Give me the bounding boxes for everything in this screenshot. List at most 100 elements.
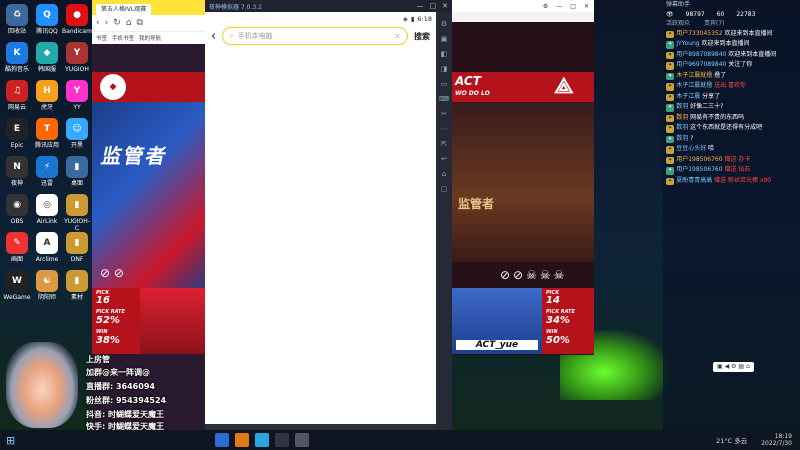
forward-icon[interactable]: › bbox=[105, 18, 109, 28]
chat-username[interactable]: 用户733045352 bbox=[676, 30, 724, 37]
desktop-icon-label: Epic bbox=[10, 142, 24, 149]
chat-username[interactable]: 数羽 bbox=[676, 114, 690, 121]
clock[interactable]: 18:19 2022/7/30 bbox=[761, 433, 792, 447]
desktop-icon[interactable]: A Arclime bbox=[32, 232, 62, 263]
emulator-tool-icon[interactable]: ✂ bbox=[441, 110, 447, 118]
emulator-tool-icon[interactable]: ⚙ bbox=[441, 20, 447, 28]
desktop-icon[interactable]: ◎ AirLink bbox=[32, 194, 62, 225]
chat-username[interactable]: 用户198506760 bbox=[676, 166, 724, 173]
minimize-icon[interactable]: — bbox=[556, 3, 562, 10]
android-statusbar: ◈ ▮ 6:18 bbox=[205, 12, 436, 26]
desktop-icon[interactable]: ☯ 阴阳师 bbox=[32, 270, 62, 301]
fan-badge-icon: ✦ bbox=[666, 104, 675, 112]
desktop-icon[interactable]: W WeGame bbox=[2, 270, 32, 301]
battery-icon: ▮ bbox=[410, 15, 415, 23]
close-icon[interactable]: ✕ bbox=[442, 2, 448, 10]
desktop-icon[interactable]: H 虎牙 bbox=[32, 80, 62, 111]
desktop-icon[interactable]: Y YUGIOH bbox=[62, 42, 92, 73]
desktop-icon[interactable]: ◆ 韩国服 bbox=[32, 42, 62, 73]
back-icon[interactable]: ‹ bbox=[96, 18, 100, 28]
chat-username[interactable]: 数羽 bbox=[676, 124, 690, 131]
weather-label[interactable]: 21°C 多云 bbox=[716, 435, 747, 445]
team-label: ACT bbox=[455, 74, 481, 88]
desktop-icon[interactable]: ♫ 网易云 bbox=[2, 80, 32, 111]
emulator-tool-icon[interactable]: ↩ bbox=[441, 155, 447, 163]
search-button[interactable]: 搜索 bbox=[414, 31, 430, 42]
desktop-icon-label: OBS bbox=[10, 218, 24, 225]
desktop-icon[interactable]: ◉ OBS bbox=[2, 194, 32, 225]
chat-username[interactable]: 用户198506760 bbox=[676, 156, 724, 163]
taskbar-app-icon[interactable] bbox=[235, 433, 250, 447]
desktop-icon[interactable]: N 夜神 bbox=[2, 156, 32, 187]
start-icon[interactable]: ⊞ bbox=[6, 434, 15, 447]
chat-username[interactable]: 数羽 bbox=[676, 135, 690, 142]
chat-username[interactable]: 木子江晨就撸 bbox=[676, 82, 714, 89]
emulator-tool-icon[interactable]: ⌂ bbox=[442, 170, 446, 178]
browser-navbar: ‹ › ↻ ⌂ ⧉ bbox=[92, 15, 210, 32]
desktop-icon[interactable]: E Epic bbox=[2, 118, 32, 149]
desktop-icon[interactable]: Y YY bbox=[62, 80, 92, 111]
desktop-icon[interactable]: ● Bandicam bbox=[62, 4, 92, 35]
taskbar-app-icon[interactable] bbox=[295, 433, 310, 447]
chat-username[interactable]: JYYoung bbox=[676, 40, 701, 47]
desktop-icon[interactable]: ♻ 回收站 bbox=[2, 4, 32, 35]
chat-message: ✦ 数羽 好像二三十? bbox=[663, 102, 800, 113]
emulator-title: 夜神模拟器 7.0.3.2 bbox=[209, 3, 262, 11]
clear-icon[interactable]: ✕ bbox=[394, 32, 401, 41]
emulator-tool-icon[interactable]: ◧ bbox=[441, 50, 448, 58]
desktop-icon[interactable]: T 腾讯应用 bbox=[32, 118, 62, 149]
desktop-icon[interactable]: Q 腾讯QQ bbox=[32, 4, 62, 35]
fan-badge-icon: ✦ bbox=[666, 83, 675, 91]
game-window-toolbar bbox=[452, 12, 594, 22]
chat-username[interactable]: 木子江晨就撸 bbox=[676, 72, 714, 79]
chat-username[interactable]: 用户8987089840 bbox=[676, 51, 728, 58]
app-icon: ☯ bbox=[36, 270, 58, 292]
desktop-icon-label: 虎牙 bbox=[40, 104, 53, 111]
chat-username[interactable]: 用户9697089840 bbox=[676, 61, 728, 68]
taskbar-app-icon[interactable] bbox=[215, 433, 230, 447]
desktop-icon[interactable]: ▮ DNF bbox=[62, 232, 92, 263]
fav-item[interactable]: 我的导航 bbox=[139, 34, 161, 42]
chat-username[interactable]: 豆豆心头好 bbox=[676, 145, 708, 152]
minimize-icon[interactable]: — bbox=[417, 2, 424, 10]
emulator-tool-icon[interactable]: ▭ bbox=[441, 80, 448, 88]
copy-icon[interactable]: ⧉ bbox=[136, 18, 142, 28]
desktop-icon[interactable]: ☺ 开黑 bbox=[62, 118, 92, 149]
settings-icon[interactable]: ⚙ bbox=[543, 3, 548, 10]
desktop-icon[interactable]: ▮ 桌面 bbox=[62, 156, 92, 187]
app-icon: K bbox=[6, 42, 28, 64]
emulator-tool-icon[interactable]: ▢ bbox=[441, 185, 448, 193]
chat-username[interactable]: 数羽 bbox=[676, 103, 690, 110]
tab-vip[interactable]: 贵宾(7) bbox=[704, 20, 725, 28]
maximize-icon[interactable]: □ bbox=[570, 3, 576, 10]
fav-item[interactable]: 书签 bbox=[96, 34, 107, 42]
emulator-tool-icon[interactable]: ⇱ bbox=[441, 140, 447, 148]
chat-message: ✦ 用户8987089840 欢迎来到本直播间 bbox=[663, 50, 800, 61]
desktop-icon-label: YY bbox=[73, 104, 81, 111]
back-arrow-icon[interactable]: ‹ bbox=[211, 29, 216, 44]
maximize-icon[interactable]: □ bbox=[430, 2, 437, 10]
emulator-tool-icon[interactable]: ⋯ bbox=[441, 125, 448, 133]
emulator-tool-icon[interactable]: ◨ bbox=[441, 65, 448, 73]
taskbar-app-icon[interactable] bbox=[275, 433, 290, 447]
browser-tab[interactable]: 第五人格IVL观赛 bbox=[96, 4, 152, 15]
chat-username[interactable]: 夏盼青青高高 bbox=[676, 177, 714, 184]
app-icon: Y bbox=[66, 80, 88, 102]
desktop-icon[interactable]: K 酷狗音乐 bbox=[2, 42, 32, 73]
chat-message: ✦ 用户198506760 赠送 办卡 bbox=[663, 155, 800, 166]
fav-item[interactable]: 手机书签 bbox=[112, 34, 134, 42]
desktop-icon[interactable]: ▮ 素材 bbox=[62, 270, 92, 301]
chat-username[interactable]: 木子江晨 bbox=[676, 93, 702, 100]
tab-active-viewers[interactable]: 活跃观众 bbox=[666, 20, 690, 28]
taskbar-app-icon[interactable] bbox=[255, 433, 270, 447]
search-input[interactable]: ⌕ 手机本电脑 ✕ bbox=[222, 27, 408, 45]
stat-win-value: 50% bbox=[546, 335, 570, 346]
emulator-tool-icon[interactable]: ⌨ bbox=[439, 95, 449, 103]
desktop-icon[interactable]: ▮ YUGIOH-C bbox=[62, 194, 92, 232]
emulator-tool-icon[interactable]: ▣ bbox=[441, 35, 448, 43]
refresh-icon[interactable]: ↻ bbox=[113, 18, 121, 28]
home-icon[interactable]: ⌂ bbox=[126, 18, 132, 28]
desktop-icon[interactable]: ⚡ 迅雷 bbox=[32, 156, 62, 187]
desktop-icon[interactable]: ✎ 画图 bbox=[2, 232, 32, 263]
close-icon[interactable]: ✕ bbox=[584, 3, 589, 10]
